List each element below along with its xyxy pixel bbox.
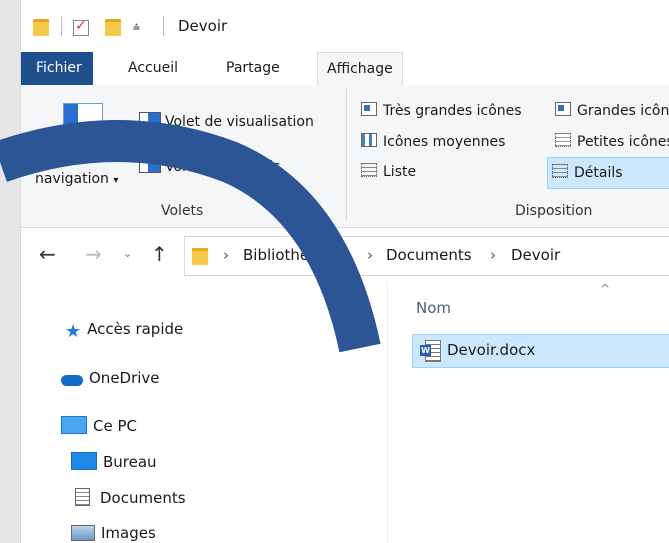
nav-item-onedrive[interactable]: OneDrive — [61, 369, 160, 387]
nav-item-documents[interactable]: Documents — [71, 488, 186, 507]
nav-item-label: Ce PC — [93, 417, 137, 435]
customize-quick-access-icon[interactable]: ⩮ — [133, 20, 140, 35]
file-list: ^ Nom W Devoir.docx — [387, 282, 669, 543]
tab-accueil[interactable]: Accueil — [119, 52, 187, 85]
desktop-icon — [71, 452, 97, 470]
layout-list[interactable]: Liste — [357, 157, 416, 187]
layout-label: Détails — [574, 165, 623, 181]
details-pane-button[interactable]: Volet des détails — [139, 157, 280, 175]
file-row[interactable]: W Devoir.docx — [412, 334, 669, 368]
details-pane-label: Volet des détails — [165, 159, 281, 175]
address-bar[interactable]: › Bibliothèques › Documents › Devoir — [184, 236, 669, 276]
layout-large-icons[interactable]: Grandes icônes — [551, 96, 669, 126]
file-explorer-window: ⩮ Devoir Fichier Accueil Partage Afficha… — [20, 0, 669, 543]
tab-fichier[interactable]: Fichier — [21, 52, 93, 85]
nav-item-images[interactable]: Images — [71, 524, 156, 542]
layout-label: Petites icônes — [577, 134, 669, 150]
star-icon: ★ — [65, 321, 82, 342]
chevron-right-icon[interactable]: › — [490, 246, 496, 264]
nav-item-bureau[interactable]: Bureau — [71, 452, 157, 471]
chevron-right-icon[interactable]: › — [223, 246, 229, 264]
preview-pane-button[interactable]: Volet de visualisation — [139, 112, 314, 130]
navigation-pane-label: navigation — [35, 171, 109, 187]
navigation-pane: ★ Accès rapide OneDrive Ce PC Bureau Docu… — [21, 282, 387, 543]
folder-icon — [33, 19, 49, 36]
layout-medium-icons[interactable]: Icônes moyennes — [357, 127, 505, 157]
ribbon-tabs: Fichier Accueil Partage Affichage — [21, 52, 669, 87]
navigation-pane-button[interactable]: navigation ▾ — [35, 171, 118, 187]
back-arrow-icon[interactable]: ← — [39, 242, 56, 266]
chevron-down-icon: ▾ — [113, 175, 119, 186]
tab-partage[interactable]: Partage — [217, 52, 289, 85]
divider — [346, 89, 347, 221]
breadcrumb-bibliotheques[interactable]: Bibliothèques — [243, 246, 345, 264]
word-document-icon: W — [420, 340, 441, 362]
large-icons-icon — [555, 102, 571, 116]
nav-item-this-pc[interactable]: Ce PC — [61, 416, 137, 435]
navigation-pane-icon[interactable] — [63, 103, 103, 135]
preview-pane-label: Volet de visualisation — [165, 114, 314, 130]
properties-icon[interactable] — [73, 18, 89, 36]
layout-extra-large-icons[interactable]: Très grandes icônes — [357, 96, 522, 126]
ribbon: navigation ▾ Volet de visualisation Vole… — [21, 85, 669, 228]
breadcrumb-devoir[interactable]: Devoir — [511, 246, 560, 264]
tab-affichage[interactable]: Affichage — [317, 52, 403, 87]
forward-arrow-icon[interactable]: → — [85, 242, 102, 266]
navigation-bar: ← → ⌄ ↑ › Bibliothèques › Documents › De… — [21, 228, 669, 282]
nav-item-label: OneDrive — [89, 369, 160, 387]
group-label-volets: Volets — [161, 203, 204, 219]
image-icon — [71, 525, 95, 541]
layout-label: Très grandes icônes — [383, 103, 522, 119]
preview-pane-icon — [139, 112, 161, 128]
title-bar: ⩮ Devoir — [21, 0, 669, 52]
chevron-right-icon[interactable]: › — [367, 246, 373, 264]
new-folder-icon[interactable] — [105, 19, 121, 36]
folder-icon — [192, 248, 208, 265]
cloud-icon — [61, 375, 83, 386]
nav-item-label: Images — [101, 524, 156, 542]
computer-icon — [61, 416, 87, 434]
breadcrumb-documents[interactable]: Documents — [386, 246, 472, 264]
nav-item-label: Documents — [100, 489, 186, 507]
recent-locations-chevron-icon[interactable]: ⌄ — [123, 247, 132, 260]
nav-item-label: Accès rapide — [87, 320, 184, 338]
details-icon — [552, 164, 568, 178]
small-icons-icon — [555, 133, 571, 147]
medium-icons-icon — [361, 133, 377, 147]
sort-ascending-icon: ^ — [600, 282, 611, 296]
list-icon — [361, 163, 377, 177]
layout-label: Grandes icônes — [577, 103, 669, 119]
layout-label: Icônes moyennes — [383, 134, 506, 150]
layout-label: Liste — [383, 164, 417, 180]
column-header-name[interactable]: Nom — [416, 299, 451, 317]
group-label-disposition: Disposition — [515, 203, 593, 219]
window-title: Devoir — [178, 17, 228, 35]
extra-large-icons-icon — [361, 102, 377, 116]
layout-small-icons[interactable]: Petites icônes — [551, 127, 669, 157]
file-name: Devoir.docx — [447, 341, 536, 359]
details-pane-icon — [139, 157, 161, 173]
nav-item-label: Bureau — [103, 453, 157, 471]
divider — [61, 16, 62, 36]
up-arrow-icon[interactable]: ↑ — [151, 242, 168, 266]
nav-item-quick-access[interactable]: ★ Accès rapide — [65, 320, 183, 342]
layout-details[interactable]: Détails — [547, 157, 669, 189]
document-icon — [75, 488, 90, 506]
divider — [163, 16, 164, 36]
